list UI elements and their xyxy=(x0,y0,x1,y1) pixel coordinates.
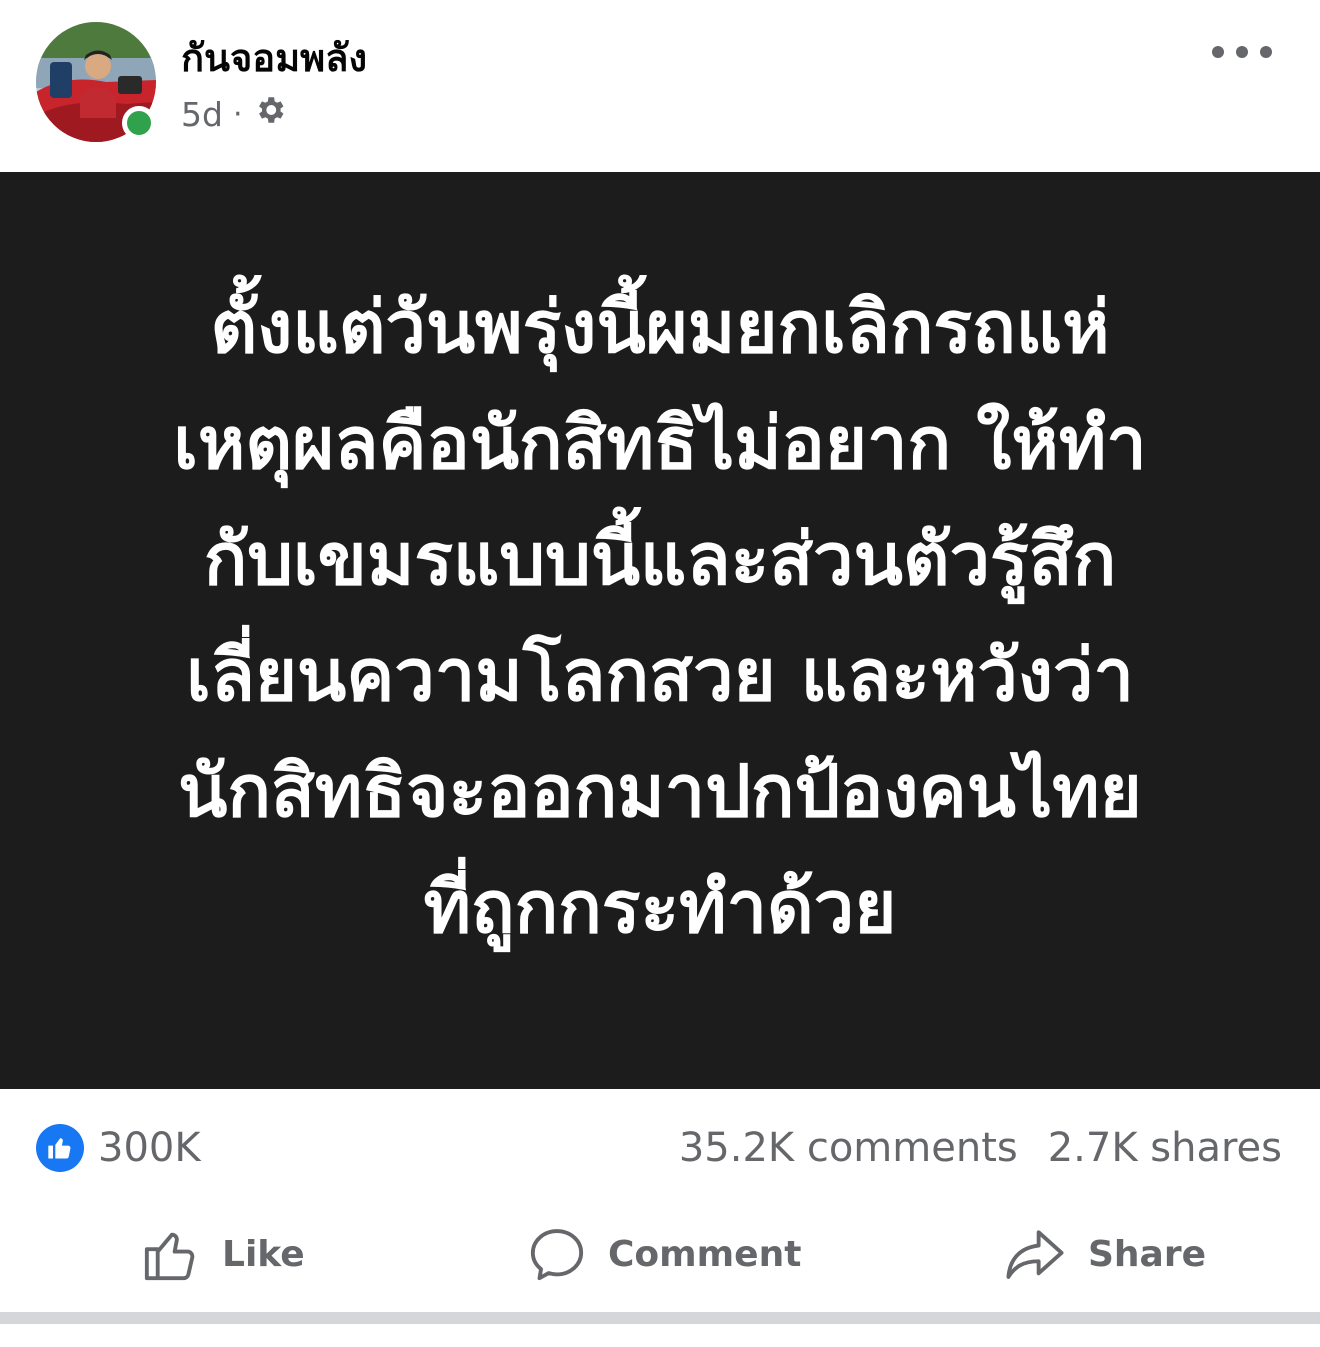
more-dot xyxy=(1236,46,1248,58)
reactions-bar: 300K 35.2K comments 2.7K shares xyxy=(0,1089,1320,1209)
reaction-count[interactable]: 300K xyxy=(98,1123,201,1173)
author-avatar[interactable] xyxy=(36,22,156,142)
comment-label: Comment xyxy=(608,1233,802,1275)
post-divider xyxy=(0,1312,1320,1324)
comment-button[interactable]: Comment xyxy=(528,1222,801,1286)
author-name[interactable]: กันจอมพลัง xyxy=(181,34,367,82)
gear-icon[interactable] xyxy=(253,93,287,135)
share-button[interactable]: Share xyxy=(1004,1222,1206,1286)
more-options-button[interactable] xyxy=(1212,34,1272,70)
more-dot xyxy=(1260,46,1272,58)
facebook-post: กันจอมพลัง 5d · ตั้งแต่วันพรุ่งนี้ผมยกเล… xyxy=(0,0,1320,1347)
online-status-dot xyxy=(122,106,156,140)
thumbs-up-outline-icon xyxy=(144,1232,195,1281)
like-button[interactable]: Like xyxy=(142,1222,305,1286)
more-horizontal-icon xyxy=(1212,46,1224,58)
post-stats: 35.2K comments 2.7K shares xyxy=(679,1123,1282,1173)
post-header: กันจอมพลัง 5d · xyxy=(0,0,1320,172)
like-label: Like xyxy=(222,1233,305,1275)
post-meta: 5d · xyxy=(181,92,287,136)
shares-count[interactable]: 2.7K shares xyxy=(1048,1123,1282,1173)
comments-count[interactable]: 35.2K comments xyxy=(679,1123,1018,1173)
share-arrow-icon xyxy=(1006,1230,1064,1279)
meta-separator: · xyxy=(232,96,243,132)
post-text: ตั้งแต่วันพรุ่งนี้ผมยกเลิกรถแห่ เหตุผลคื… xyxy=(173,284,1147,949)
post-time[interactable]: 5d xyxy=(181,95,223,134)
text-post-card[interactable]: ตั้งแต่วันพรุ่งนี้ผมยกเลิกรถแห่ เหตุผลคื… xyxy=(0,172,1320,1089)
comment-bubble-icon xyxy=(530,1229,584,1281)
thumbs-up-icon[interactable] xyxy=(36,1124,84,1172)
share-label: Share xyxy=(1088,1233,1207,1275)
